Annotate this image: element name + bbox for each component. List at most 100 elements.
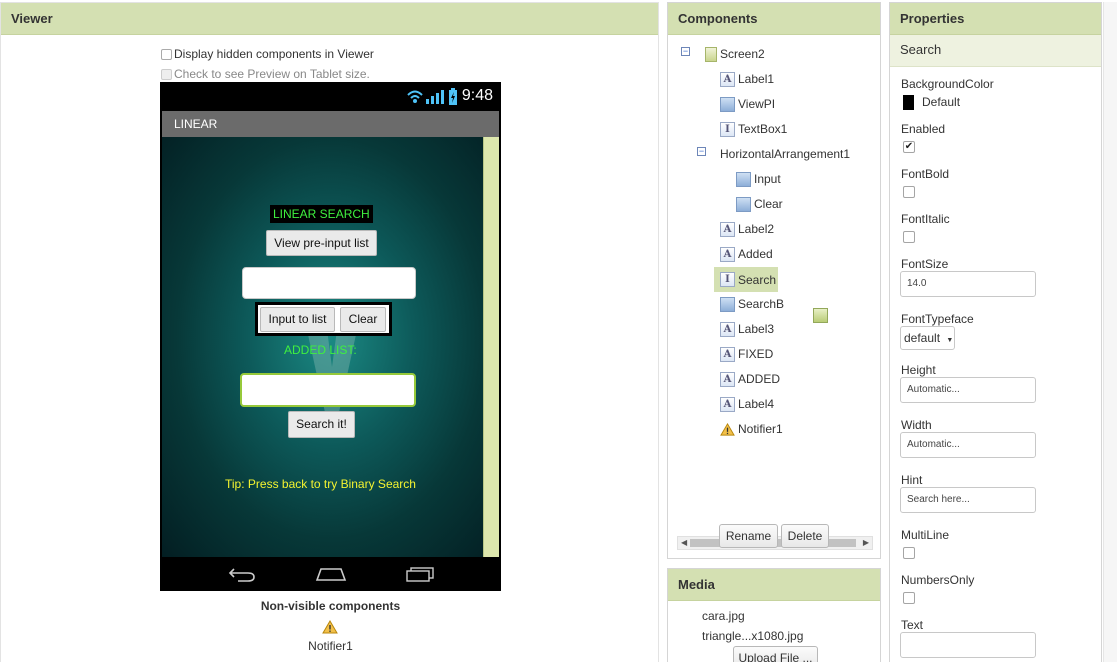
app-title-bar: LINEAR (162, 111, 499, 137)
tree-item-horizontalarrangement1[interactable]: HorizontalArrangement1 (720, 143, 850, 323)
background-color-swatch[interactable] (903, 95, 914, 110)
properties-header: Properties (890, 3, 1101, 35)
search-it-button[interactable]: Search it! (288, 411, 355, 438)
status-time: 9:48 (461, 87, 493, 104)
label-icon: A (720, 246, 735, 262)
screen-scroll-strip (483, 137, 499, 557)
tree-item-fixed[interactable]: A FIXED (720, 343, 773, 365)
text-input[interactable] (900, 632, 1036, 658)
notifier-warning-icon[interactable] (322, 620, 338, 634)
multiline-label: MultiLine (901, 528, 950, 542)
tree-item-clear[interactable]: Clear (736, 193, 783, 215)
tree-item-label: Screen2 (720, 47, 765, 61)
properties-panel: Properties Search BackgroundColor Defaul… (889, 2, 1102, 662)
delete-button[interactable]: Delete (781, 524, 829, 548)
button-icon (736, 196, 751, 212)
button-icon (720, 296, 735, 312)
components-header: Components (668, 3, 880, 35)
home-icon[interactable] (315, 566, 347, 582)
textbox-icon: I (720, 272, 735, 287)
tip-label: Tip: Press back to try Binary Search (225, 477, 416, 491)
fonttypeface-select[interactable]: default ▼ (900, 326, 955, 350)
display-hidden-option[interactable]: Display hidden components in Viewer (161, 47, 374, 61)
input-to-list-button[interactable]: Input to list (260, 307, 335, 332)
tree-item-viewpi[interactable]: ViewPI (720, 93, 775, 115)
clear-button[interactable]: Clear (340, 307, 386, 332)
collapse-harrangement-toggle[interactable]: − (697, 147, 706, 156)
dropdown-arrow-icon: ▼ (946, 337, 954, 344)
width-input[interactable]: Automatic... (900, 432, 1036, 458)
tree-item-label: Added (738, 247, 773, 261)
page-scrollbar[interactable] (1103, 2, 1117, 662)
search-textbox[interactable] (240, 373, 416, 407)
tree-item-label3[interactable]: A Label3 (720, 318, 774, 340)
fontsize-input[interactable]: 14.0 (900, 271, 1036, 297)
tree-item-added-caps[interactable]: A ADDED (720, 368, 780, 390)
upload-file-button[interactable]: Upload File ... (733, 646, 818, 662)
tree-item-label4[interactable]: A Label4 (720, 393, 774, 415)
label-icon: A (720, 321, 735, 337)
tree-item-label2[interactable]: A Label2 (720, 218, 774, 240)
background-color-label: BackgroundColor (901, 77, 994, 91)
hint-input[interactable]: Search here... (900, 487, 1036, 513)
tree-item-label1[interactable]: A Label1 (720, 68, 774, 90)
media-panel: Media cara.jpg triangle...x1080.jpg Uplo… (667, 568, 881, 662)
fontitalic-checkbox[interactable] (903, 231, 915, 243)
tree-item-textbox1[interactable]: I TextBox1 (720, 118, 787, 140)
tree-item-label: SearchB (738, 297, 785, 311)
display-hidden-checkbox[interactable] (161, 48, 172, 60)
selected-component-name: Search (890, 35, 1101, 67)
media-file-triangle[interactable]: triangle...x1080.jpg (702, 629, 803, 643)
rename-button[interactable]: Rename (719, 524, 778, 548)
screen-icon (705, 46, 717, 62)
tree-item-searchb[interactable]: SearchB (720, 293, 784, 315)
tablet-preview-checkbox[interactable] (161, 68, 172, 80)
tree-item-search[interactable]: I Search (714, 267, 778, 292)
tablet-preview-label: Check to see Preview on Tablet size. (174, 67, 370, 81)
fontsize-label: FontSize (901, 257, 949, 271)
fonttypeface-value: default (904, 331, 941, 345)
back-icon[interactable] (228, 566, 256, 582)
tree-item-label: Notifier1 (738, 422, 783, 436)
scroll-right-icon[interactable]: ▶ (863, 537, 869, 549)
wifi-signal-icon (407, 90, 444, 104)
tree-item-label: ADDED (738, 372, 781, 386)
enabled-label: Enabled (901, 122, 946, 136)
height-label: Height (901, 363, 936, 377)
fontbold-checkbox[interactable] (903, 186, 915, 198)
display-hidden-label: Display hidden components in Viewer (174, 47, 374, 61)
label-icon: A (720, 396, 735, 412)
media-file-cara[interactable]: cara.jpg (702, 609, 745, 623)
label-icon: A (720, 371, 735, 387)
recent-apps-icon[interactable] (405, 566, 435, 582)
tree-item-screen2[interactable]: Screen2 (705, 43, 765, 65)
enabled-checkbox[interactable]: ✔ (903, 141, 915, 153)
numbersonly-label: NumbersOnly (901, 573, 975, 587)
view-preinput-button[interactable]: View pre-input list (266, 230, 377, 256)
background-color-value[interactable]: Default (922, 95, 960, 109)
collapse-screen2-toggle[interactable]: − (681, 47, 690, 56)
tablet-preview-option[interactable]: Check to see Preview on Tablet size. (161, 67, 370, 81)
multiline-checkbox[interactable] (903, 547, 915, 559)
media-header: Media (668, 569, 880, 601)
horizontal-arrangement: Input to list Clear (255, 302, 392, 336)
numbersonly-checkbox[interactable] (903, 592, 915, 604)
tree-item-input[interactable]: Input (736, 168, 781, 190)
width-label: Width (901, 418, 932, 432)
arrangement-icon (813, 308, 828, 323)
tree-item-label: Label4 (738, 397, 775, 411)
input-textbox[interactable] (242, 267, 416, 299)
tree-item-label: Clear (754, 197, 783, 211)
fonttypeface-label: FontTypeface (901, 312, 974, 326)
fontitalic-label: FontItalic (901, 212, 950, 226)
hint-label: Hint (901, 473, 923, 487)
tree-item-added[interactable]: A Added (720, 243, 773, 265)
app-screen: LINEAR SEARCH View pre-input list Input … (162, 137, 499, 557)
viewer-header: Viewer (1, 3, 658, 35)
button-icon (736, 171, 751, 187)
tree-item-notifier1[interactable]: Notifier1 (720, 418, 783, 440)
scroll-left-icon[interactable]: ◀ (681, 537, 687, 549)
height-input[interactable]: Automatic... (900, 377, 1036, 403)
status-bar: 9:48 (160, 82, 501, 111)
tree-item-label: Search (738, 272, 777, 287)
